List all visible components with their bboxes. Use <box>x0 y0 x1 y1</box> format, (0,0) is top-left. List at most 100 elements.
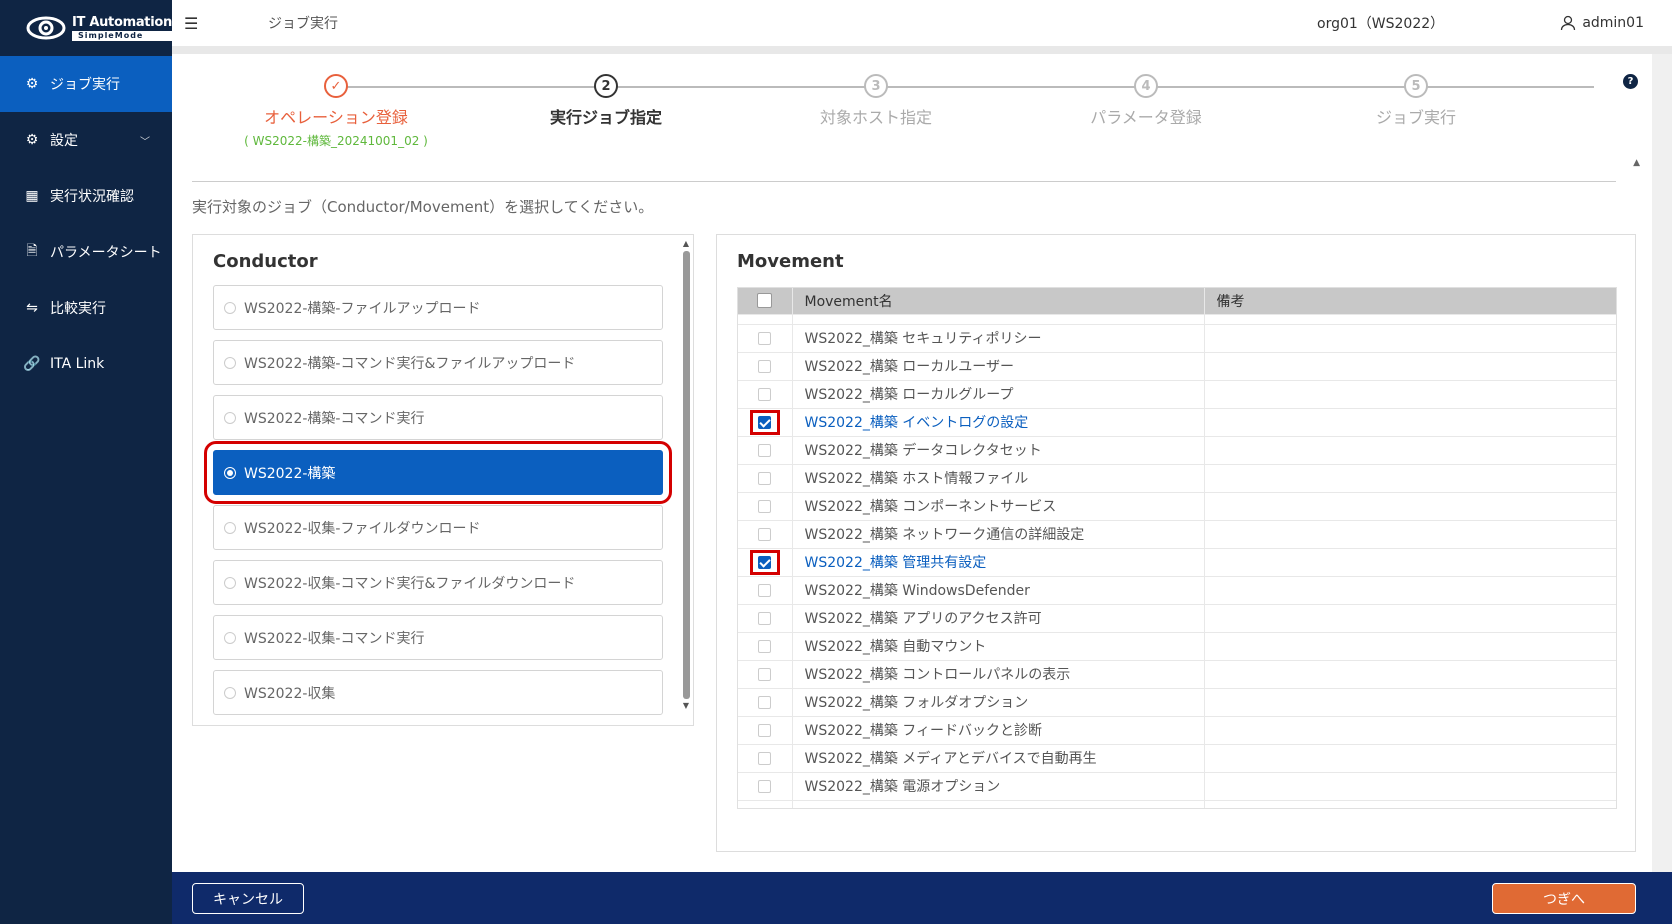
conductor-panel: Conductor WS2022-構築-ファイルアップロード WS2022-構築-… <box>192 234 694 726</box>
table-row[interactable]: WS2022_構築 イベントログの設定 <box>738 407 1616 436</box>
table-row[interactable]: WS2022_構築 ローカルグループ <box>738 379 1616 408</box>
radio-button[interactable] <box>224 686 236 699</box>
movement-name: WS2022_構築 フィードバックと診断 <box>792 715 1205 744</box>
radio-button[interactable] <box>224 411 236 424</box>
row-checkbox[interactable] <box>758 387 772 401</box>
sidebar-item-0[interactable]: ⚙ ジョブ実行 <box>0 56 172 112</box>
cancel-button[interactable]: キャンセル <box>192 883 304 914</box>
row-checkbox[interactable] <box>758 695 772 709</box>
movement-note <box>1204 771 1616 800</box>
column-header-note[interactable]: 備考 <box>1204 288 1616 314</box>
radio-button[interactable] <box>224 301 236 314</box>
movement-note <box>1204 687 1616 716</box>
step-number: 5 <box>1404 74 1428 98</box>
table-row[interactable]: WS2022_構築 自動マウント <box>738 631 1616 660</box>
step-number: 3 <box>864 74 888 98</box>
movement-name: WS2022_構築 セキュリティポリシー <box>792 323 1205 352</box>
table-row[interactable]: WS2022_構築 電源オプション <box>738 771 1616 800</box>
table-row[interactable]: WS2022_構築 データコレクタセット <box>738 435 1616 464</box>
help-icon[interactable]: ? <box>1623 74 1638 89</box>
sidebar-item-2[interactable]: ▦ 実行状況確認 <box>0 168 172 224</box>
row-checkbox[interactable] <box>758 583 772 597</box>
row-checkbox[interactable] <box>758 751 772 765</box>
row-checkbox[interactable] <box>758 443 772 457</box>
conductor-scrollbar[interactable]: ▲ ▼ <box>681 239 691 723</box>
radio-button[interactable] <box>224 466 236 479</box>
sidebar-item-3[interactable]: 🗎 パラメータシート <box>0 224 172 280</box>
movement-note <box>1204 715 1616 744</box>
table-row <box>738 799 1616 808</box>
scroll-up-arrow-icon[interactable]: ▲ <box>681 239 691 249</box>
row-checkbox[interactable] <box>758 779 772 793</box>
table-row[interactable]: WS2022_構築 ホスト情報ファイル <box>738 463 1616 492</box>
row-checkbox[interactable] <box>758 471 772 485</box>
row-checkbox[interactable] <box>758 499 772 513</box>
sidebar-item-4[interactable]: ⇋ 比較実行 <box>0 280 172 336</box>
table-row[interactable]: WS2022_構築 アプリのアクセス許可 <box>738 603 1616 632</box>
row-checkbox[interactable] <box>758 359 772 373</box>
scrollbar-thumb[interactable] <box>682 251 690 699</box>
conductor-option[interactable]: WS2022-構築-コマンド実行&ファイルアップロード <box>213 340 663 385</box>
table-row[interactable]: WS2022_構築 ローカルユーザー <box>738 351 1616 380</box>
gear-icon: ⚙ <box>25 76 39 92</box>
app-logo[interactable]: IT Automation SimpleMode <box>0 0 172 56</box>
movement-note <box>1204 575 1616 604</box>
sidebar-item-label: ITA Link <box>50 356 105 372</box>
row-checkbox[interactable] <box>758 667 772 681</box>
step-3: 3 対象ホスト指定 <box>776 74 976 128</box>
radio-button[interactable] <box>224 576 236 589</box>
scroll-down-arrow-icon[interactable]: ▼ <box>681 701 691 711</box>
row-checkbox[interactable] <box>758 639 772 653</box>
column-header-name[interactable]: Movement名 <box>792 288 1205 314</box>
table-row[interactable]: WS2022_構築 管理共有設定 <box>738 547 1616 576</box>
row-checkbox[interactable] <box>758 415 772 429</box>
section-divider <box>192 181 1616 182</box>
compare-icon: ⇋ <box>26 300 38 316</box>
movement-note <box>1204 463 1616 492</box>
movement-name: WS2022_構築 管理共有設定 <box>792 547 1205 576</box>
conductor-option[interactable]: WS2022-収集 <box>213 670 663 715</box>
scroll-up-icon[interactable]: ▲ <box>1633 158 1640 168</box>
radio-button[interactable] <box>224 631 236 644</box>
sidebar-item-label: 比較実行 <box>50 301 106 317</box>
conductor-option-label: WS2022-収集-コマンド実行&ファイルダウンロード <box>244 575 576 592</box>
header-divider <box>172 46 1672 54</box>
menu-toggle-icon[interactable]: ☰ <box>184 14 204 33</box>
conductor-option[interactable]: WS2022-構築 <box>204 441 672 504</box>
table-row[interactable]: WS2022_構築 コンポーネントサービス <box>738 491 1616 520</box>
movement-name: WS2022_構築 電源オプション <box>792 771 1205 800</box>
sidebar-item-5[interactable]: 🔗 ITA Link <box>0 336 172 392</box>
sidebar-item-label: 設定 <box>50 133 78 149</box>
select-all-checkbox[interactable] <box>757 293 773 309</box>
step-2: 2 実行ジョブ指定 <box>506 74 706 128</box>
conductor-option[interactable]: WS2022-構築-コマンド実行 <box>213 395 663 440</box>
radio-button[interactable] <box>224 356 236 369</box>
table-row[interactable]: WS2022_構築 コントロールパネルの表示 <box>738 659 1616 688</box>
row-checkbox[interactable] <box>758 611 772 625</box>
table-row[interactable]: WS2022_構築 フォルダオプション <box>738 687 1616 716</box>
conductor-option[interactable]: WS2022-収集-ファイルダウンロード <box>213 505 663 550</box>
conductor-option[interactable]: WS2022-収集-コマンド実行&ファイルダウンロード <box>213 560 663 605</box>
conductor-list: WS2022-構築-ファイルアップロード WS2022-構築-コマンド実行&ファイ… <box>204 285 672 725</box>
row-checkbox[interactable] <box>758 527 772 541</box>
row-checkbox[interactable] <box>758 723 772 737</box>
user-menu[interactable]: admin01 <box>1560 15 1644 31</box>
movement-note <box>1204 323 1616 352</box>
conductor-option[interactable]: WS2022-収集-コマンド実行 <box>213 615 663 660</box>
step-label: パラメータ登録 <box>1090 108 1202 127</box>
table-row[interactable]: WS2022_構築 フィードバックと診断 <box>738 715 1616 744</box>
table-row[interactable]: WS2022_構築 ネットワーク通信の詳細設定 <box>738 519 1616 548</box>
next-button[interactable]: つぎへ <box>1492 883 1636 914</box>
sidebar-item-1[interactable]: ⚙ 設定 ﹀ <box>0 112 172 168</box>
table-row[interactable]: WS2022_構築 メディアとデバイスで自動再生 <box>738 743 1616 772</box>
table-row[interactable]: WS2022_構築 WindowsDefender <box>738 575 1616 604</box>
row-checkbox[interactable] <box>758 555 772 569</box>
radio-button[interactable] <box>224 521 236 534</box>
header-title: ジョブ実行 <box>268 16 338 32</box>
table-row[interactable]: WS2022_構築 セキュリティポリシー <box>738 323 1616 352</box>
instruction-text: 実行対象のジョブ（Conductor/Movement）を選択してください。 <box>192 198 654 216</box>
conductor-option-label: WS2022-構築-ファイルアップロード <box>244 300 481 317</box>
movement-table-container[interactable]: Movement名 備考 WS2022_構築 セキュリティポリシー WS2022_… <box>737 287 1617 809</box>
conductor-option[interactable]: WS2022-構築-ファイルアップロード <box>213 285 663 330</box>
row-checkbox[interactable] <box>758 331 772 345</box>
